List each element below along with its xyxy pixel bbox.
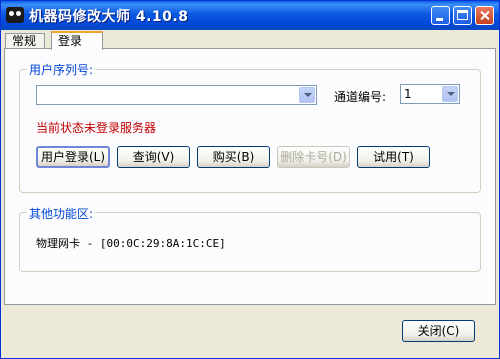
query-button[interactable]: 查询(V) (117, 146, 190, 168)
app-window: 机器码修改大师 4.10.8 常规 登录 用户序列号: 通道编号: 1 当前状态… (0, 0, 500, 359)
user-login-button[interactable]: 用户登录(L) (36, 146, 110, 168)
window-title: 机器码修改大师 4.10.8 (29, 9, 189, 25)
other-functions-label: 其他功能区: (27, 205, 96, 222)
serial-combobox[interactable] (36, 85, 317, 105)
app-icon (6, 7, 24, 23)
title-bar[interactable]: 机器码修改大师 4.10.8 (1, 1, 499, 30)
mac-address-text: 物理网卡 - [00:0C:29:8A:1C:CE] (36, 237, 226, 250)
channel-value: 1 (404, 87, 412, 101)
close-button[interactable]: 关闭(C) (402, 320, 475, 342)
delete-card-button[interactable]: 删除卡号(D) (277, 146, 350, 168)
trial-button[interactable]: 试用(T) (357, 146, 430, 168)
maximize-button[interactable] (453, 6, 472, 25)
serial-group-label: 用户序列号: (27, 61, 96, 78)
channel-label: 通道编号: (334, 90, 387, 104)
close-window-button[interactable] (475, 6, 494, 25)
channel-combobox[interactable]: 1 (400, 84, 460, 104)
minimize-button[interactable] (431, 6, 450, 25)
login-status-text: 当前状态未登录服务器 (36, 121, 157, 135)
buy-button[interactable]: 购买(B) (197, 146, 270, 168)
chevron-down-icon[interactable] (442, 86, 458, 102)
chevron-down-icon[interactable] (299, 87, 315, 103)
tab-general[interactable]: 常规 (5, 33, 45, 48)
tab-login[interactable]: 登录 (51, 31, 103, 50)
